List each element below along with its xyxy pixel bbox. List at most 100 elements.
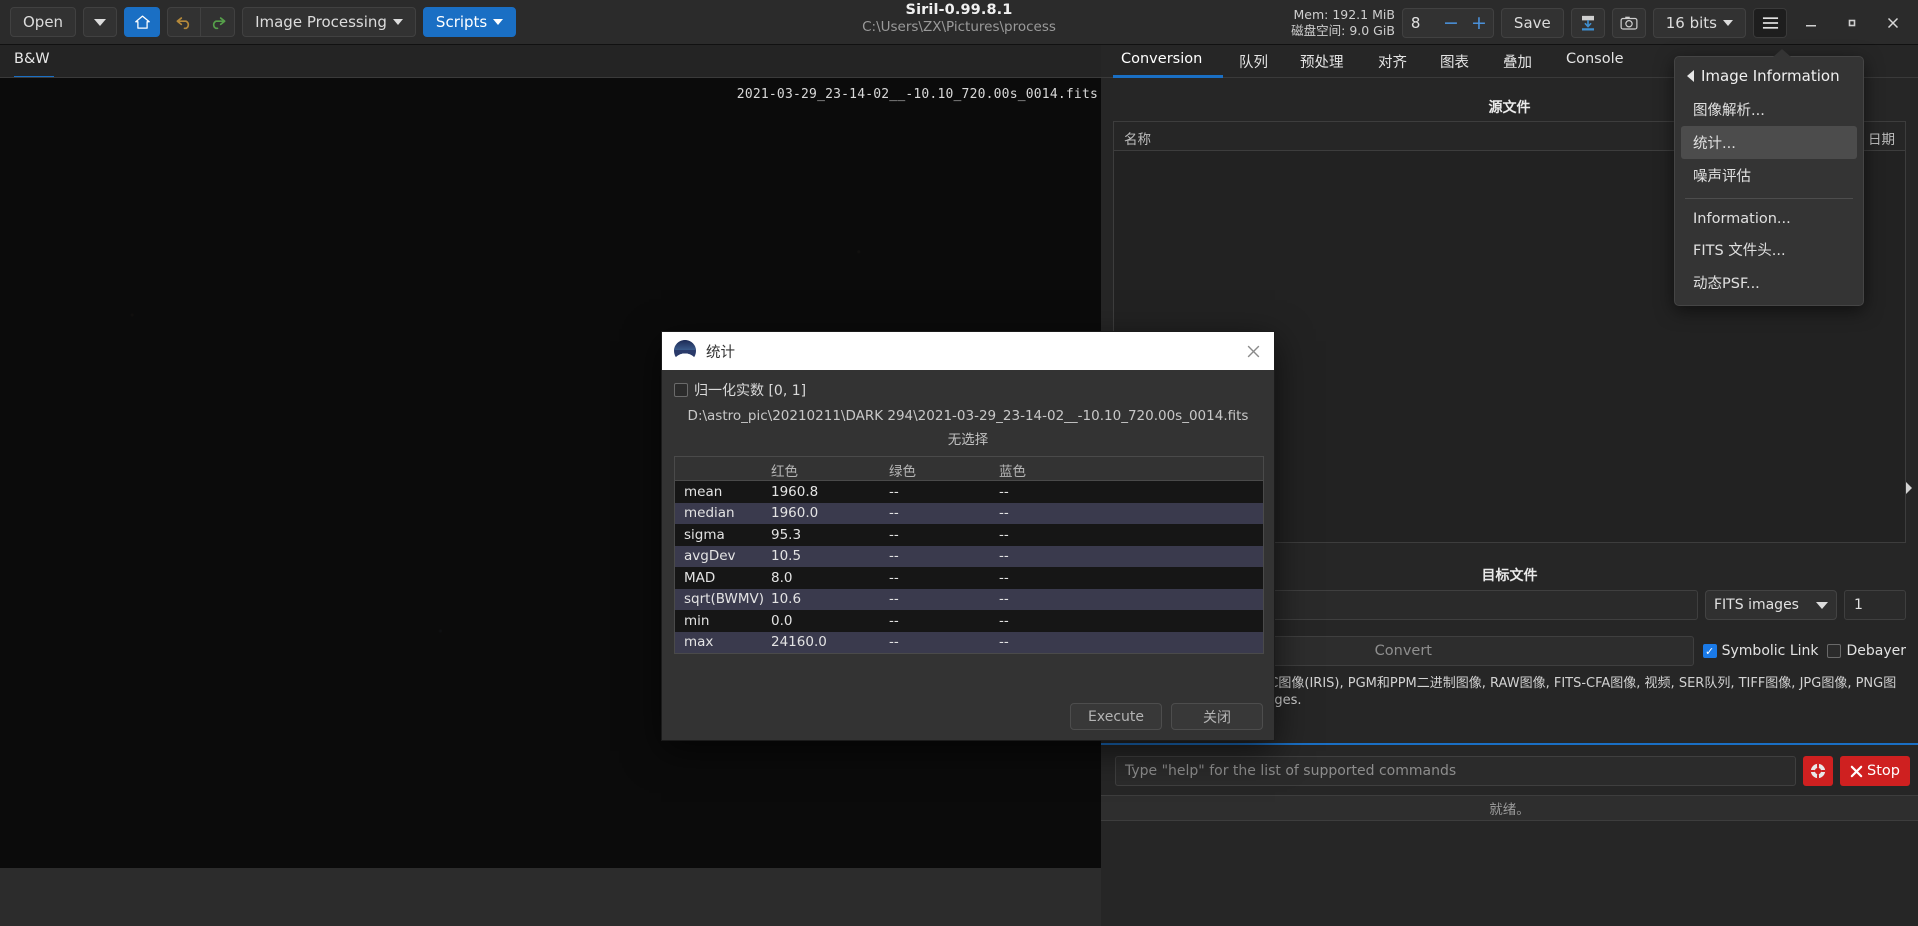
- table-row[interactable]: MAD 8.0 -- --: [675, 567, 1263, 589]
- chevron-down-icon: [493, 19, 504, 25]
- status-message-bar: 就绪。: [1101, 795, 1918, 821]
- table-row[interactable]: sqrt(BWMV) 10.6 -- --: [675, 588, 1263, 610]
- dialog-close-button[interactable]: [1242, 340, 1264, 362]
- menu-item-fits-header[interactable]: FITS 文件头...: [1681, 233, 1857, 266]
- checkbox-box: [674, 383, 688, 397]
- zoom-value[interactable]: 8: [1403, 14, 1437, 32]
- cell-red: 10.6: [771, 591, 802, 608]
- resource-indicator: Mem: 192.1 MiB 磁盘空间: 9.0 GiB: [1291, 7, 1395, 39]
- checkbox-box: [1827, 644, 1842, 658]
- cell-metric: median: [684, 505, 735, 522]
- column-header-name[interactable]: 名称: [1124, 128, 1151, 148]
- disk-space-label: 磁盘空间: 9.0 GiB: [1291, 22, 1395, 38]
- command-line-row: Type "help" for the list of supported co…: [1115, 756, 1910, 786]
- debayer-checkbox[interactable]: Debayer: [1827, 643, 1906, 659]
- cell-red: 0.0: [771, 612, 793, 629]
- menu-item-statistics[interactable]: 统计...: [1681, 126, 1857, 159]
- zoom-stepper[interactable]: 8 − +: [1401, 7, 1494, 38]
- minimize-button[interactable]: [1794, 5, 1828, 41]
- cell-metric: MAD: [684, 569, 716, 586]
- back-arrow-icon: [1687, 70, 1694, 82]
- column-header-metric: [675, 457, 771, 480]
- table-row[interactable]: sigma 95.3 -- --: [675, 524, 1263, 546]
- toolbar-right: Mem: 192.1 MiB 磁盘空间: 9.0 GiB 8 − + Save: [1291, 0, 1918, 45]
- tab-chart[interactable]: 图表: [1440, 51, 1469, 72]
- bit-depth-selector[interactable]: 16 bits: [1652, 7, 1746, 38]
- menu-back-header[interactable]: Image Information: [1675, 63, 1863, 93]
- main-menu-button[interactable]: [1753, 7, 1787, 38]
- execute-button[interactable]: Execute: [1070, 703, 1162, 730]
- stop-button[interactable]: Stop: [1840, 756, 1910, 786]
- table-row[interactable]: avgDev 10.5 -- --: [675, 545, 1263, 567]
- target-index-spinner[interactable]: 1: [1844, 590, 1906, 620]
- open-button[interactable]: Open: [10, 7, 77, 37]
- statistics-file-path: D:\astro_pic\20210211\DARK 294\2021-03-2…: [687, 408, 1249, 424]
- symbolic-link-checkbox[interactable]: Symbolic Link: [1702, 643, 1818, 659]
- chevron-down-icon: [94, 18, 107, 26]
- chevron-down-icon: [1723, 19, 1733, 26]
- statistics-dialog: 统计 归一化实数 [0, 1] D:\astro_pic\20210211\DA…: [661, 331, 1275, 741]
- help-button[interactable]: [1803, 756, 1834, 786]
- menu-item-noise-estimation[interactable]: 噪声评估: [1681, 159, 1857, 192]
- tab-console[interactable]: Console: [1566, 51, 1624, 67]
- tab-stack[interactable]: 叠加: [1503, 51, 1532, 72]
- convert-button-label: Convert: [1374, 643, 1432, 659]
- selection-status: 无选择: [947, 432, 989, 448]
- close-window-button[interactable]: [1876, 5, 1910, 41]
- target-format-select[interactable]: FITS images: [1705, 590, 1837, 620]
- debayer-label: Debayer: [1846, 643, 1906, 659]
- menu-item-information[interactable]: Information...: [1681, 205, 1857, 233]
- undo-button[interactable]: [167, 7, 202, 37]
- source-files-title: 源文件: [1488, 100, 1531, 116]
- tab-align[interactable]: 对齐: [1378, 51, 1407, 72]
- cell-blue: --: [999, 526, 1009, 543]
- panel-collapse-button[interactable]: [1903, 480, 1915, 500]
- menu-item-dynamic-psf[interactable]: 动态PSF...: [1681, 266, 1857, 299]
- command-line-underline: [1101, 743, 1918, 745]
- supported-filetypes-value: BMP图像, PIC图像(IRIS), PGM和PPM二进制图像, RAW图像,…: [1195, 676, 1897, 708]
- menu-header-label: Image Information: [1701, 67, 1840, 85]
- image-processing-menu-button[interactable]: Image Processing: [242, 7, 416, 37]
- snapshot-button[interactable]: [1611, 7, 1646, 38]
- column-header-green: 绿色: [889, 464, 916, 480]
- open-dropdown-button[interactable]: [83, 7, 118, 37]
- command-input[interactable]: Type "help" for the list of supported co…: [1115, 756, 1797, 786]
- tab-bw[interactable]: B&W: [14, 51, 50, 67]
- save-button[interactable]: Save: [1500, 7, 1564, 38]
- cell-metric: sqrt(BWMV): [684, 591, 764, 608]
- table-row[interactable]: min 0.0 -- --: [675, 610, 1263, 632]
- zoom-in-button[interactable]: +: [1465, 12, 1493, 34]
- normalize-checkbox[interactable]: 归一化实数 [0, 1]: [674, 380, 1262, 400]
- image-information-menu[interactable]: Image Information 图像解析... 统计... 噪声评估 Inf…: [1674, 49, 1864, 306]
- dialog-title: 统计: [706, 344, 735, 361]
- cell-blue: --: [999, 634, 1009, 651]
- tab-preprocess[interactable]: 预处理: [1300, 51, 1344, 72]
- cell-red: 24160.0: [771, 634, 827, 651]
- zoom-out-button[interactable]: −: [1437, 12, 1465, 34]
- undo-arrow-icon: [176, 17, 189, 30]
- cell-blue: --: [999, 505, 1009, 522]
- menu-item-image-plate-solve[interactable]: 图像解析...: [1681, 93, 1857, 126]
- scripts-menu-button[interactable]: Scripts: [422, 7, 517, 37]
- table-row[interactable]: median 1960.0 -- --: [675, 502, 1263, 524]
- save-as-button[interactable]: [1570, 7, 1605, 38]
- cell-green: --: [889, 591, 899, 608]
- table-row[interactable]: max 24160.0 -- --: [675, 631, 1263, 653]
- chevron-right-icon: [1906, 482, 1912, 494]
- tab-queue[interactable]: 队列: [1239, 51, 1268, 72]
- table-row[interactable]: mean 1960.8 -- --: [675, 481, 1263, 503]
- chevron-down-icon: [1816, 601, 1828, 609]
- cell-red: 1960.8: [771, 483, 819, 500]
- save-as-icon: [1581, 15, 1594, 30]
- home-button[interactable]: [124, 7, 161, 37]
- dialog-close-action-button[interactable]: 关闭: [1171, 703, 1263, 730]
- image-processing-label: Image Processing: [255, 13, 387, 31]
- cell-blue: --: [999, 569, 1009, 586]
- maximize-button[interactable]: [1835, 5, 1869, 41]
- tab-conversion[interactable]: Conversion: [1121, 51, 1202, 67]
- toolbar-left: Open Image Processing Scripts: [0, 7, 517, 37]
- cell-metric: mean: [684, 483, 723, 500]
- redo-button[interactable]: [201, 7, 236, 37]
- statistics-table-header: 红色 绿色 蓝色: [675, 457, 1263, 481]
- column-header-date[interactable]: 日期: [1868, 128, 1895, 148]
